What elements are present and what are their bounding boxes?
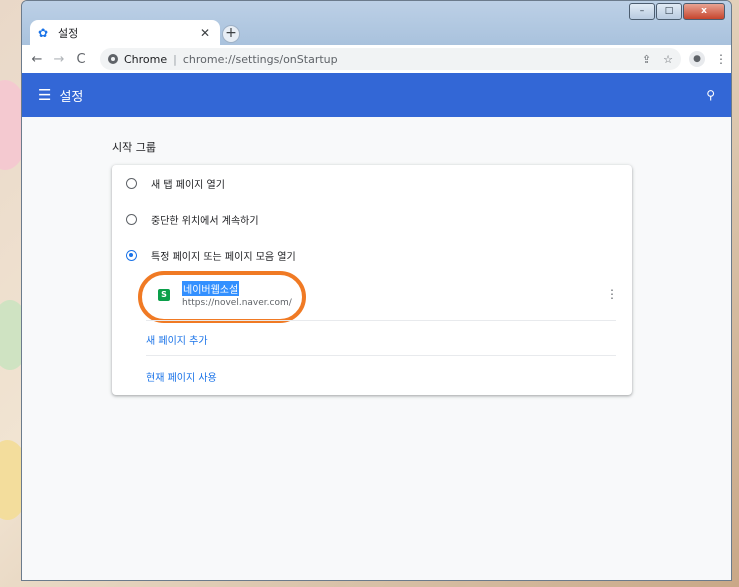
omnibox-separator: | (173, 52, 177, 66)
section-title: 시작 그룹 (112, 141, 156, 154)
use-current-pages-link[interactable]: 현재 페이지 사용 (146, 369, 217, 384)
radio-label: 특정 페이지 또는 페이지 모음 열기 (151, 251, 296, 263)
star-icon[interactable]: ☆ (663, 53, 673, 66)
forward-arrow-icon[interactable]: → (50, 52, 68, 67)
radio-option-specific-pages[interactable]: 특정 페이지 또는 페이지 모음 열기 (126, 245, 296, 265)
divider (146, 355, 616, 356)
reload-icon[interactable]: C (72, 52, 90, 67)
add-page-link[interactable]: 새 페이지 추가 (146, 332, 208, 347)
gear-icon: ✿ (38, 25, 49, 40)
page-title: 설정 (59, 89, 84, 105)
omnibox-site: Chrome (124, 52, 168, 66)
close-window-button[interactable]: x (683, 3, 725, 20)
browser-toolbar: ← → C Chrome | chrome://settings/onStart… (22, 45, 731, 73)
settings-header: ☰ 설정 ⚲ (22, 73, 731, 117)
kebab-menu-icon[interactable]: ⋮ (715, 52, 727, 66)
new-tab-button[interactable]: + (222, 25, 240, 43)
radio-label: 중단한 위치에서 계속하기 (151, 215, 259, 227)
tab-title: 설정 (58, 26, 79, 40)
window-controls: – □ x (629, 3, 725, 20)
maximize-button[interactable]: □ (656, 3, 682, 20)
close-icon[interactable]: ✕ (198, 26, 212, 40)
settings-page: 시작 그룹 새 탭 페이지 열기 중단한 위치에서 계속하기 특정 페이지 또는… (22, 117, 731, 580)
browser-window: ✿ 설정 ✕ + – □ x ← → C Chrome | chrome://s… (21, 0, 732, 581)
radio-option-continue[interactable]: 중단한 위치에서 계속하기 (126, 209, 259, 229)
share-icon[interactable]: ⇪ (642, 53, 651, 66)
back-arrow-icon[interactable]: ← (28, 52, 46, 67)
minimize-button[interactable]: – (629, 3, 655, 20)
omnibox-actions: ⇪ ☆ (642, 53, 673, 66)
kebab-menu-icon[interactable]: ⋮ (606, 287, 618, 301)
person-icon[interactable]: ● (689, 51, 705, 67)
startup-card: 새 탭 페이지 열기 중단한 위치에서 계속하기 특정 페이지 또는 페이지 모… (112, 165, 632, 395)
hamburger-icon[interactable]: ☰ (38, 86, 51, 104)
highlight-ellipse (138, 271, 306, 323)
address-bar[interactable]: Chrome | chrome://settings/onStartup ⇪ ☆ (100, 48, 681, 70)
radio-option-new-tab[interactable]: 새 탭 페이지 열기 (126, 173, 225, 193)
search-icon[interactable]: ⚲ (706, 88, 715, 102)
radio-label: 새 탭 페이지 열기 (151, 179, 225, 191)
divider (146, 320, 616, 321)
radio-button-checked[interactable] (126, 249, 137, 261)
radio-button[interactable] (126, 177, 137, 189)
tab-strip: ✿ 설정 ✕ + – □ x (22, 1, 731, 45)
omnibox-url: chrome://settings/onStartup (182, 52, 338, 66)
chrome-icon (108, 54, 118, 64)
toolbar-right: ● ⋮ (689, 51, 727, 67)
tab-settings[interactable]: ✿ 설정 ✕ (30, 20, 220, 45)
radio-button[interactable] (126, 213, 137, 225)
